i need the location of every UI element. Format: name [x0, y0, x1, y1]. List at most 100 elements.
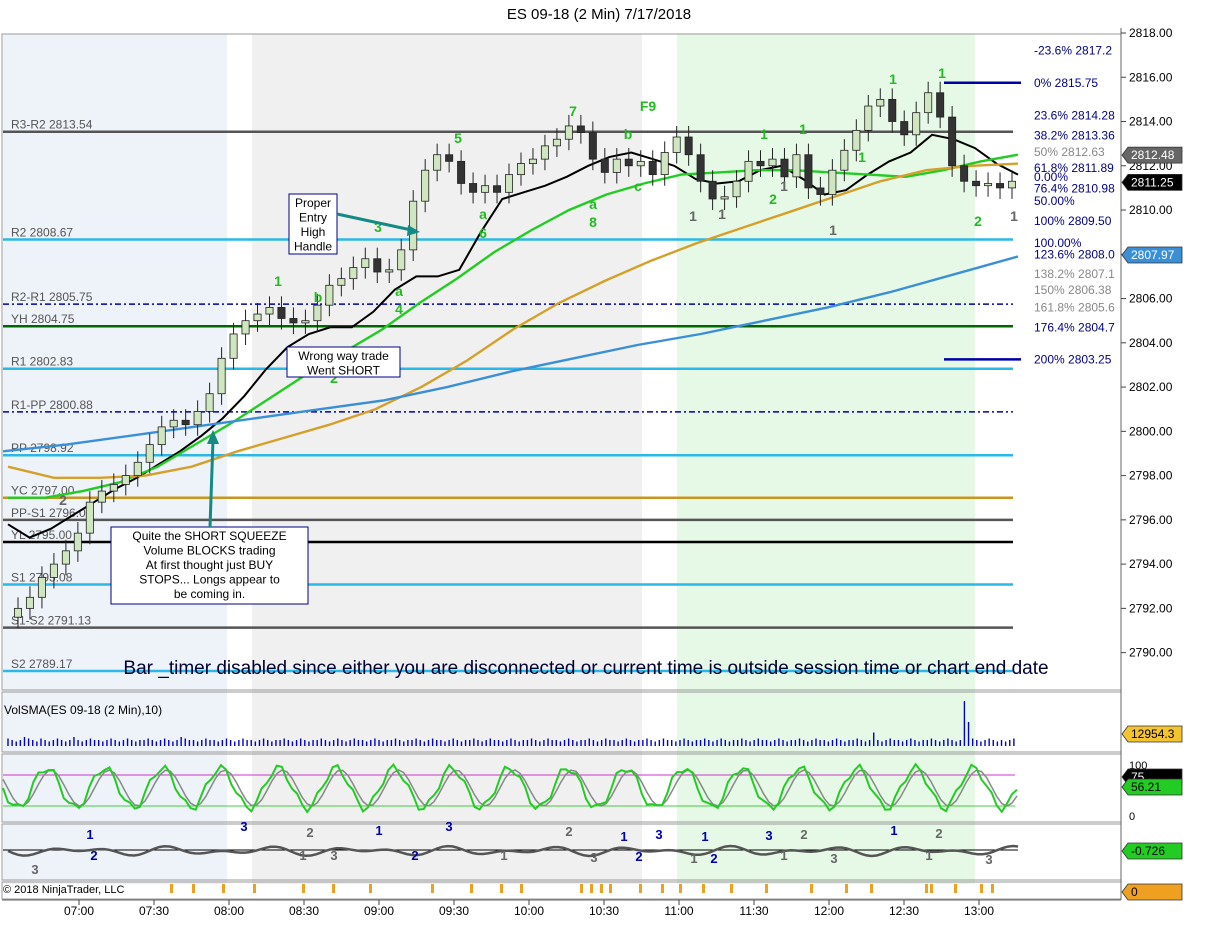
price-candle[interactable] — [660, 152, 669, 176]
price-candle[interactable] — [181, 419, 190, 426]
price-candle[interactable] — [720, 196, 729, 200]
signal-tick — [765, 884, 768, 893]
price-candle[interactable] — [445, 154, 454, 162]
price-candle[interactable] — [505, 174, 514, 193]
pivot-level-label: R2-R1 2805.75 — [11, 290, 93, 304]
price-candle[interactable] — [804, 154, 813, 189]
price-candle[interactable] — [828, 169, 837, 195]
price-candle[interactable] — [768, 158, 777, 167]
price-candle[interactable] — [229, 333, 238, 359]
price-candle[interactable] — [361, 258, 370, 268]
price-candle[interactable] — [73, 532, 82, 552]
price-candle[interactable] — [696, 154, 705, 182]
price-candle[interactable] — [564, 125, 573, 140]
price-candle[interactable] — [169, 419, 178, 428]
price-candle[interactable] — [13, 607, 22, 618]
price-candle[interactable] — [313, 304, 322, 322]
price-candle[interactable] — [325, 284, 334, 306]
price-candle[interactable] — [780, 158, 789, 178]
price-candle[interactable] — [109, 484, 118, 492]
price-candle[interactable] — [792, 154, 801, 178]
momentum-count-label: 3 — [765, 828, 772, 843]
price-candle[interactable] — [912, 112, 921, 136]
price-candle[interactable] — [61, 550, 70, 565]
price-candle[interactable] — [265, 307, 274, 315]
price-candle[interactable] — [972, 180, 981, 187]
price-candle[interactable] — [193, 411, 202, 426]
price-candle[interactable] — [421, 169, 430, 202]
price-candle[interactable] — [924, 92, 933, 114]
price-candle[interactable] — [984, 183, 993, 187]
price-candle[interactable] — [936, 92, 945, 118]
price-candle[interactable] — [852, 129, 861, 151]
price-candle[interactable] — [289, 318, 298, 324]
price-candle[interactable] — [672, 136, 681, 153]
annotation-text: Entry — [299, 211, 327, 225]
price-candle[interactable] — [888, 98, 897, 122]
price-candle[interactable] — [636, 160, 645, 167]
price-candle[interactable] — [457, 160, 466, 184]
price-candle[interactable] — [121, 475, 130, 485]
price-candle[interactable] — [1008, 180, 1017, 189]
pivot-level-label: YH 2804.75 — [11, 312, 75, 326]
price-candle[interactable] — [612, 158, 621, 173]
price-candle[interactable] — [349, 267, 358, 280]
price-candle[interactable] — [493, 185, 502, 193]
price-candle[interactable] — [205, 393, 214, 412]
volume-badge-text: 12954.3 — [1131, 727, 1175, 741]
price-candle[interactable] — [133, 461, 142, 476]
momentum-count-label: 1 — [375, 823, 382, 838]
price-candle[interactable] — [708, 180, 717, 200]
price-candle[interactable] — [960, 165, 969, 182]
price-candle[interactable] — [588, 132, 597, 160]
price-candle[interactable] — [25, 596, 34, 609]
price-candle[interactable] — [732, 180, 741, 198]
price-candle[interactable] — [385, 269, 394, 273]
price-candle[interactable] — [277, 307, 286, 319]
price-candle[interactable] — [157, 426, 166, 446]
price-candle[interactable] — [600, 158, 609, 173]
price-candle[interactable] — [948, 116, 957, 167]
signal-tick — [925, 884, 928, 893]
price-candle[interactable] — [516, 163, 525, 176]
price-candle[interactable] — [337, 278, 346, 286]
price-candle[interactable] — [241, 320, 250, 335]
price-candle[interactable] — [756, 160, 765, 167]
price-candle[interactable] — [864, 105, 873, 131]
momentum-count-label: 1 — [86, 827, 93, 842]
price-candle[interactable] — [840, 149, 849, 171]
price-candle[interactable] — [876, 98, 885, 107]
price-candle[interactable] — [409, 200, 418, 251]
time-tick-label: 10:00 — [514, 904, 544, 918]
price-candle[interactable] — [217, 357, 226, 395]
price-candle[interactable] — [816, 187, 825, 195]
time-tick-label: 12:00 — [814, 904, 844, 918]
price-candle[interactable] — [145, 444, 154, 463]
price-candle[interactable] — [996, 183, 1005, 189]
price-candle[interactable] — [576, 125, 585, 133]
time-tick-label: 11:30 — [739, 904, 768, 918]
signal-tick — [954, 884, 957, 893]
price-candle[interactable] — [481, 185, 490, 193]
price-candle[interactable] — [469, 183, 478, 193]
price-candle[interactable] — [624, 158, 633, 167]
price-candle[interactable] — [684, 136, 693, 156]
price-candle[interactable] — [540, 145, 549, 160]
fib-level-label: 50% 2812.63 — [1034, 145, 1105, 159]
signal-tick — [170, 884, 173, 893]
price-candle[interactable] — [301, 320, 310, 324]
price-candle[interactable] — [85, 501, 94, 534]
price-candle[interactable] — [253, 313, 262, 322]
price-candle[interactable] — [433, 154, 442, 171]
price-candle[interactable] — [744, 160, 753, 182]
price-candle[interactable] — [49, 563, 58, 578]
price-candle[interactable] — [648, 160, 657, 176]
chart-canvas[interactable]: R3-R2 2813.54 R2 2808.67 R2-R1 2805.75 YH 2… — [0, 0, 1205, 952]
price-candle[interactable] — [900, 121, 909, 136]
price-candle[interactable] — [37, 576, 46, 598]
price-candle[interactable] — [397, 249, 406, 271]
price-candle[interactable] — [528, 158, 537, 164]
price-candle[interactable] — [373, 258, 382, 273]
price-candle[interactable] — [97, 490, 106, 503]
price-candle[interactable] — [552, 138, 561, 147]
